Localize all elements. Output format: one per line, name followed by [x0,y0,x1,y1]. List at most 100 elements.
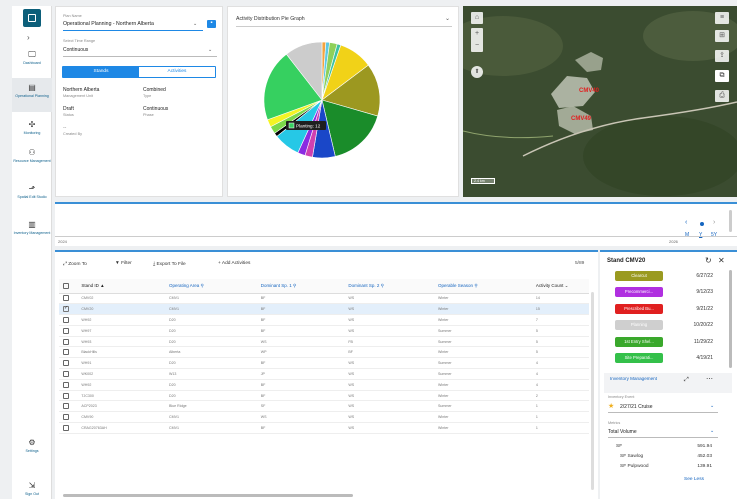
zoom-in-icon[interactable]: + [471,28,483,40]
row-checkbox[interactable] [63,403,69,410]
nav-spatial-edit-studio[interactable]: ⬏ Spatial Edit Studio [12,184,52,199]
time-range-select[interactable]: Continuous [63,47,88,53]
table-row[interactable]: CMV90 CMV1 WS WS Winter 1 [59,411,589,424]
table-row[interactable]: WK002 W13 JP WS Summer 4 [59,368,589,380]
row-checkbox[interactable] [63,360,69,367]
table-vertical-scrollbar[interactable] [591,292,594,490]
tab-stands[interactable]: Stands [63,67,139,77]
table-row[interactable]: BlackHills Alberta WP BF Winter 5 [59,346,589,359]
chevron-down-icon[interactable]: ⌄ [193,21,197,27]
table-row[interactable]: WH93 D20 WS FB Summer 5 [59,336,589,348]
layers-icon[interactable]: ⧉ [715,70,729,82]
chevron-down-icon[interactable]: ⌄ [565,283,569,288]
nav-settings[interactable]: ⚙ Settings [12,438,52,453]
map-view[interactable]: CMV40 CMV49 ⌂ + − ⬆ ≡ ⊞ ⇪ ⧉ ⎙ 2.4 km [463,6,737,197]
row-select-cell[interactable] [59,357,78,370]
export-button[interactable]: ⤓ Export To File [153,261,186,267]
table-row[interactable]: WH97 D20 BF WS Summer 5 [59,325,589,337]
filter-button[interactable]: ▼ Filter [115,261,132,266]
add-activities-button[interactable]: + Add Activities [218,261,250,266]
compass-icon[interactable]: ⬆ [471,66,483,78]
row-select-cell[interactable] [59,400,78,413]
home-icon[interactable]: ⌂ [471,12,483,24]
activity-scrollbar[interactable] [729,270,732,368]
column-stand-id[interactable]: Stand ID ▲ [77,279,165,294]
zoom-out-icon[interactable]: − [471,40,483,52]
row-select-cell[interactable] [59,368,78,380]
row-checkbox[interactable] [63,316,69,323]
row-checkbox[interactable] [63,327,69,334]
timeline-prev-icon[interactable]: ‹ [685,219,687,226]
chevron-down-icon[interactable]: ⌄ [710,428,714,434]
nav-resource-management[interactable]: ⚇ Resource Management [12,148,52,163]
more-options-icon[interactable]: ⋯ [706,375,713,383]
column-dominant-sp2[interactable]: Dominant Sp. 2 ⚲ [344,279,435,294]
table-row[interactable]: WH92 D20 BF WS Winter 7 [59,314,589,326]
filter-icon[interactable]: ⚲ [201,283,204,288]
timeline-zoom-5y[interactable]: 5Y [711,232,717,238]
row-checkbox[interactable] [63,392,69,399]
row-select-cell[interactable] [59,346,78,359]
nav-inventory-management[interactable]: ▥ Inventory Management [12,220,52,235]
activity-chip[interactable]: Planning [615,320,663,331]
table-horizontal-scrollbar[interactable] [63,494,353,497]
row-select-cell[interactable] [59,379,78,391]
row-checkbox[interactable] [63,338,69,345]
row-checkbox[interactable] [63,295,69,302]
chevron-down-icon[interactable]: ⌄ [208,47,212,53]
timeline-panel[interactable]: 2024 2026 ‹ › M Y 5Y [55,202,737,246]
filter-icon[interactable]: ⚲ [293,283,296,288]
column-operating-area[interactable]: Operating Area ⚲ [164,279,257,294]
activity-chip[interactable]: Clearcut [615,271,663,281]
expand-sidebar-icon[interactable]: › [27,33,30,42]
table-row[interactable]: ACP2023 Blue Ridge SF WS Summer 1 [59,400,589,413]
nav-monitoring[interactable]: ✣ Monitoring [12,120,52,135]
table-row[interactable]: CRAG20763AH CMV1 BF WS Winter 1 [59,422,589,434]
column-activity-count[interactable]: Activity Count ⌄ [531,279,589,294]
basemap-grid-icon[interactable]: ⊞ [715,30,729,42]
table-row[interactable]: CMV20CMV1BFWSWinter15 [59,303,589,316]
row-checkbox[interactable] [63,370,69,377]
chevron-down-icon[interactable]: ⌄ [710,403,714,409]
row-select-cell[interactable] [59,422,78,434]
app-logo[interactable] [23,9,41,27]
row-select-cell[interactable] [59,303,78,316]
filter-icon[interactable]: ⚲ [474,283,477,288]
row-checkbox[interactable] [63,305,69,313]
zoom-to-button[interactable]: ⤢ Zoom To [63,261,87,267]
timeline-current-dot[interactable] [700,222,704,226]
table-row[interactable]: WH91 D20 BF WS Summer 4 [59,357,589,370]
table-row[interactable]: CMV02 CMV1 BF WS Winter 14 [59,293,589,305]
table-row[interactable]: WH92 D20 BF WS Winter 4 [59,379,589,391]
inventory-event-select[interactable]: 2/27/21 Cruise [620,404,653,410]
column-operable-season[interactable]: Operable Season ⚲ [434,279,532,294]
timeline-zoom-month[interactable]: M [685,232,689,238]
timeline-next-icon[interactable]: › [713,219,715,226]
row-select-cell[interactable] [59,293,78,305]
row-select-cell[interactable] [59,411,78,424]
activity-chip[interactable]: Site Preparati... [615,353,663,363]
see-less-link[interactable]: See Less [684,477,704,482]
row-checkbox[interactable] [63,381,69,388]
activity-chip[interactable]: Precommerci... [615,287,663,298]
row-checkbox[interactable] [63,349,69,356]
plan-name-select[interactable]: Operational Planning - Northern Alberta [63,21,154,27]
select-all-checkbox[interactable] [63,282,69,289]
tab-activities[interactable]: Activities [139,67,215,77]
row-checkbox[interactable] [63,424,69,431]
row-select-cell[interactable] [59,336,78,348]
export-map-icon[interactable]: ⇪ [715,50,729,62]
timeline-scrollbar[interactable] [729,210,732,232]
row-select-cell[interactable] [59,314,78,326]
column-dominant-sp1[interactable]: Dominant Sp. 1 ⚲ [256,279,345,294]
close-icon[interactable]: ✕ [718,256,725,265]
print-icon[interactable]: ⎙ [715,90,729,102]
folder-icon[interactable]: ▪ [207,20,216,28]
map-label-cmv40[interactable]: CMV40 [579,88,600,94]
table-row[interactable]: TJC300 D20 BF WS Winter 2 [59,390,589,402]
select-all-cell[interactable] [59,279,78,294]
metrics-select[interactable]: Total Volume [608,429,637,435]
nav-dashboard[interactable]: 🖵 Dashboard [12,50,52,65]
map-label-cmv49[interactable]: CMV49 [571,116,592,122]
nav-sign-out[interactable]: ⇲ Sign Out [12,481,52,496]
